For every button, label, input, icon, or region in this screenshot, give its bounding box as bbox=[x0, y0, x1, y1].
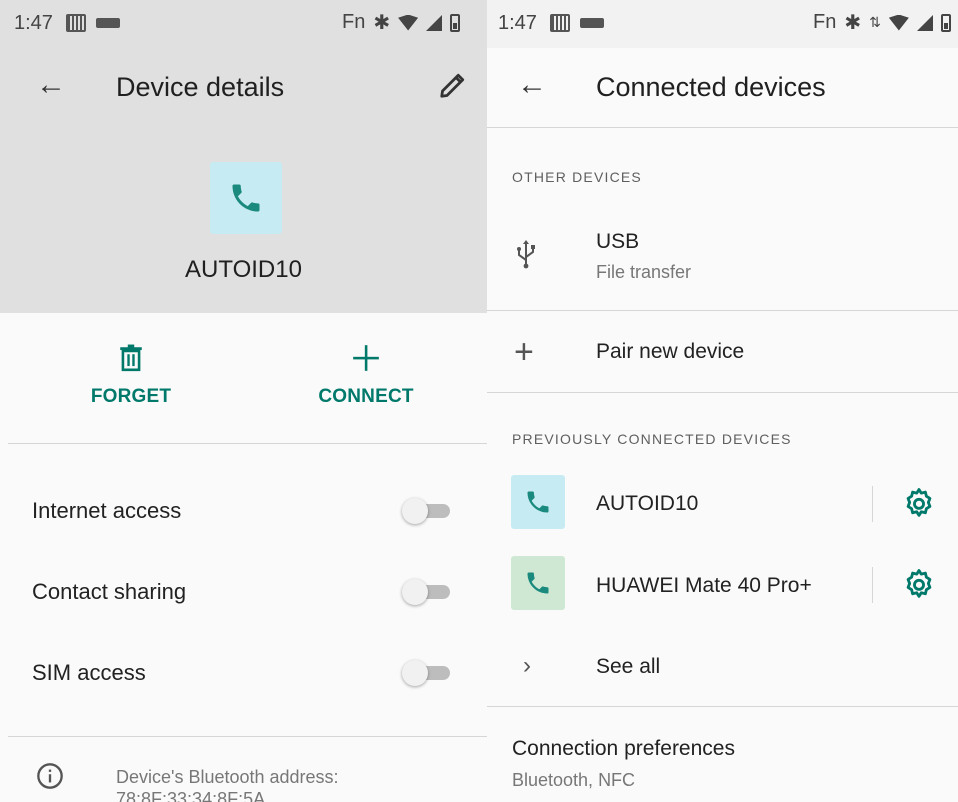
divider bbox=[872, 567, 873, 603]
device-phone-tile bbox=[511, 556, 565, 610]
toggle-label: SIM access bbox=[32, 660, 146, 685]
status-bar: 1:47 Fn ✱ ⇅ bbox=[487, 0, 958, 48]
phone-icon bbox=[527, 572, 549, 594]
sim-card-icon bbox=[550, 14, 570, 32]
divider bbox=[487, 310, 958, 311]
section-header-other-devices: OTHER DEVICES bbox=[512, 169, 642, 185]
battery-icon bbox=[450, 13, 461, 32]
usb-title: USB bbox=[596, 230, 640, 253]
fn-label: Fn bbox=[813, 11, 837, 33]
connect-button[interactable]: CONNECT bbox=[296, 340, 436, 408]
sim-access-switch[interactable] bbox=[402, 660, 452, 686]
phone-icon bbox=[232, 184, 260, 212]
divider bbox=[487, 706, 958, 707]
settings-gear-icon[interactable] bbox=[902, 568, 936, 602]
internet-access-switch[interactable] bbox=[402, 498, 452, 524]
divider bbox=[8, 736, 487, 737]
connected-devices-screen: 1:47 Fn ✱ ⇅ ← Connected devices OTHER DE… bbox=[487, 0, 958, 802]
chevron-right-icon: › bbox=[523, 652, 531, 679]
contact-sharing-switch[interactable] bbox=[402, 579, 452, 605]
plus-icon bbox=[353, 345, 379, 371]
status-bar: 1:47 Fn ✱ bbox=[0, 0, 487, 48]
settings-gear-icon[interactable] bbox=[902, 487, 936, 521]
divider bbox=[8, 443, 487, 444]
back-arrow-icon[interactable]: ← bbox=[517, 70, 547, 100]
back-arrow-icon[interactable]: ← bbox=[36, 70, 66, 100]
plus-icon: + bbox=[514, 333, 534, 371]
divider bbox=[872, 486, 873, 522]
page-title: Device details bbox=[116, 72, 285, 102]
bluetooth-address-text: Device's Bluetooth address: 78:8F:33:34:… bbox=[116, 766, 339, 802]
device-phone-tile bbox=[511, 475, 565, 529]
trash-icon bbox=[120, 344, 142, 372]
status-icons: Fn ✱ ⇅ bbox=[813, 10, 951, 35]
divider bbox=[487, 127, 958, 128]
bluetooth-icon: ✱ bbox=[844, 12, 862, 34]
device-name: HUAWEI Mate 40 Pro+ bbox=[596, 574, 812, 597]
volte-icon bbox=[96, 18, 120, 28]
sim-access-row[interactable]: SIM access bbox=[32, 652, 452, 692]
contact-sharing-row[interactable]: Contact sharing bbox=[32, 571, 452, 611]
cell-signal-icon bbox=[916, 14, 933, 31]
connection-preferences-subtitle: Bluetooth, NFC bbox=[512, 770, 636, 790]
edit-pencil-icon[interactable] bbox=[438, 70, 468, 100]
forget-button[interactable]: FORGET bbox=[61, 340, 201, 408]
toggle-label: Contact sharing bbox=[32, 579, 187, 604]
section-header-previously-connected: PREVIOUSLY CONNECTED DEVICES bbox=[512, 431, 792, 447]
connect-label: CONNECT bbox=[318, 386, 414, 407]
wifi-icon bbox=[888, 14, 909, 31]
status-time: 1:47 bbox=[14, 12, 53, 34]
bluetooth-address-value: 78:8F:33:34:8F:5A bbox=[116, 789, 266, 802]
device-details-screen: 1:47 Fn ✱ ← Device details AUTOID10 FORG… bbox=[0, 0, 487, 802]
see-all-label: See all bbox=[596, 655, 661, 678]
info-icon bbox=[37, 763, 63, 789]
data-transfer-icon: ⇅ bbox=[869, 14, 881, 30]
forget-label: FORGET bbox=[90, 386, 172, 407]
divider bbox=[487, 392, 958, 393]
toggle-label: Internet access bbox=[32, 498, 182, 523]
internet-access-row[interactable]: Internet access bbox=[32, 490, 452, 530]
status-time: 1:47 bbox=[498, 12, 537, 34]
device-phone-tile bbox=[210, 162, 282, 234]
bluetooth-icon: ✱ bbox=[373, 12, 391, 34]
wifi-icon bbox=[398, 14, 419, 31]
fn-label: Fn bbox=[342, 11, 366, 33]
status-icons: Fn ✱ bbox=[342, 10, 461, 35]
device-name: AUTOID10 bbox=[185, 256, 302, 283]
bluetooth-address-label: Device's Bluetooth address: bbox=[116, 767, 339, 787]
usb-subtitle: File transfer bbox=[596, 262, 692, 282]
sim-card-icon bbox=[66, 14, 86, 32]
device-name: AUTOID10 bbox=[596, 492, 699, 515]
usb-icon bbox=[517, 240, 535, 269]
battery-icon bbox=[940, 13, 951, 32]
volte-icon bbox=[580, 18, 604, 28]
page-title: Connected devices bbox=[596, 72, 826, 102]
phone-icon bbox=[527, 491, 549, 513]
cell-signal-icon bbox=[426, 14, 443, 31]
connection-preferences-title: Connection preferences bbox=[512, 737, 735, 760]
pair-new-device-label: Pair new device bbox=[596, 340, 745, 363]
